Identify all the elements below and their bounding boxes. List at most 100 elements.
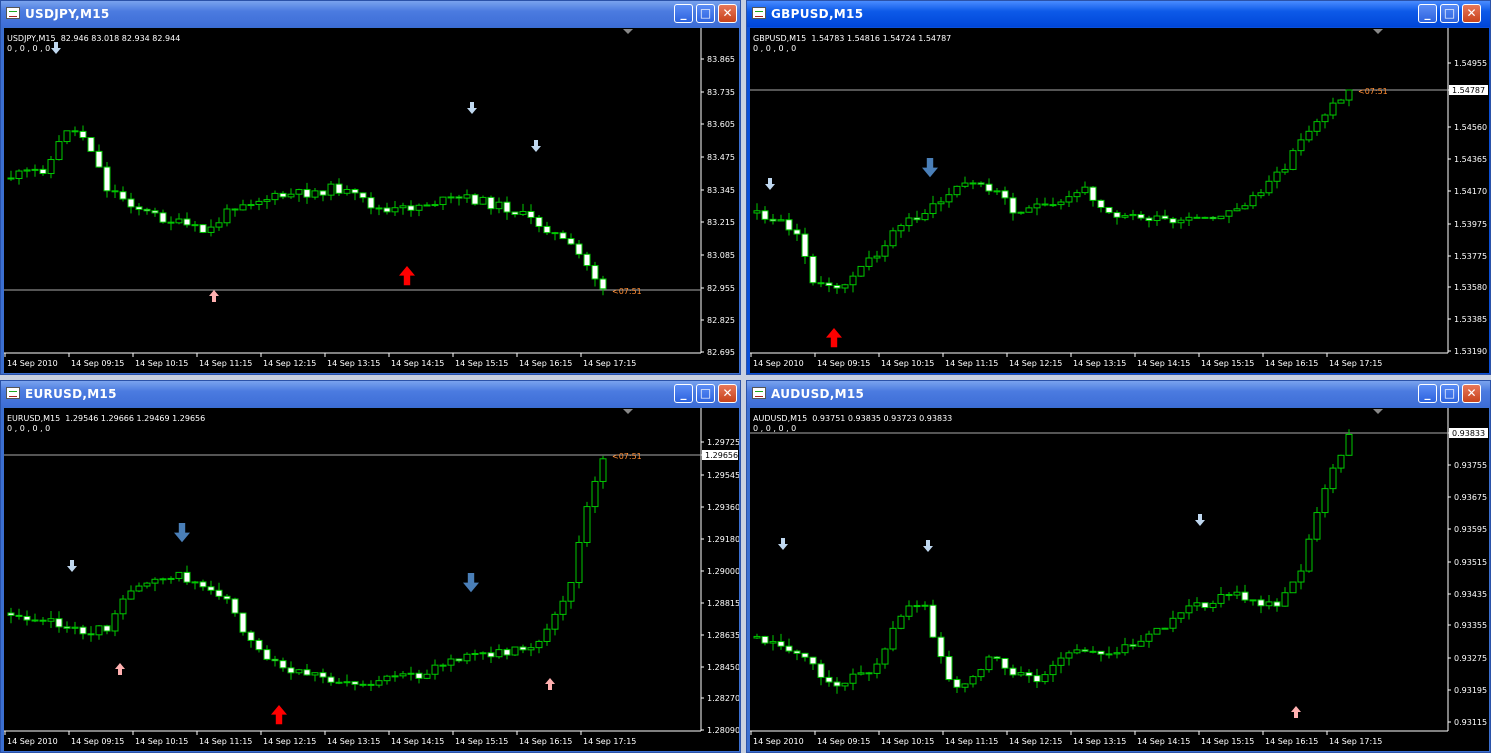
candle-body [1281,592,1289,607]
candle-body [223,595,231,600]
candle-body [1129,644,1137,647]
candle-body [841,682,849,687]
candle-body [1233,208,1241,212]
time-label: 14 Sep 13:15 [327,359,380,368]
candle-body [23,615,31,621]
candle-body [977,669,985,678]
price-label: 1.54170 [1454,187,1487,196]
price-label: 1.29180 [707,535,739,544]
candle-body [295,189,303,195]
candle-body [359,683,367,686]
sell-signal-arrow-icon [467,102,477,114]
candle-body [127,198,135,208]
time-label: 14 Sep 15:15 [1201,737,1254,746]
sell-signal-arrow-icon [923,540,933,552]
candle-body [1121,644,1129,654]
window-titlebar[interactable]: EURUSD,M15 _ □ ✕ [1,381,740,407]
window-titlebar[interactable]: AUDUSD,M15 _ □ ✕ [747,381,1490,407]
close-button[interactable]: ✕ [718,4,737,23]
time-label: 14 Sep 15:15 [455,737,508,746]
price-chart[interactable]: 0.93833 0.93755 0.93675 0.93595 0.93515 0.934… [750,408,1489,751]
price-chart[interactable]: 83.865 83.735 83.605 83.475 83.345 83.215 83.0… [4,28,739,373]
price-label: 0.93195 [1454,686,1487,695]
minimize-button[interactable]: _ [674,384,693,403]
shift-marker [1373,409,1383,414]
candle-body [519,211,527,215]
candle-body [535,640,543,649]
price-label: 1.53975 [1454,220,1487,229]
candle-body [519,646,527,651]
candle-body [785,645,793,652]
time-label: 14 Sep 10:15 [881,359,934,368]
candle-body [849,275,857,286]
close-button[interactable]: ✕ [718,384,737,403]
candle-body [423,204,431,207]
maximize-button[interactable]: □ [696,4,715,23]
sell-signal-arrow-icon [531,140,541,152]
candle-body [761,210,769,220]
buy-signal-arrow-icon [115,663,125,675]
candle-body [953,679,961,688]
candle-body [79,626,87,635]
audusd-chart-window[interactable]: AUDUSD,M15 _ □ ✕ 0.93833 0.93755 0.93675 0.… [746,380,1491,753]
time-label: 14 Sep 14:15 [391,359,444,368]
candle-body [1337,454,1345,469]
candle-body [785,219,793,231]
candle-body [535,216,543,227]
candle-body [183,571,191,583]
candle-body [399,205,407,209]
time-label: 14 Sep 10:15 [135,737,188,746]
candle-body [1041,203,1049,206]
usdjpy-chart-window[interactable]: USDJPY,M15 _ □ ✕ 83.865 83.735 83.605 83.47… [0,0,741,375]
candle-body [1233,591,1241,596]
candle-body [383,207,391,213]
time-label: 14 Sep 09:15 [71,359,124,368]
candle-body [231,598,239,614]
chart-canvas[interactable]: 83.865 83.735 83.605 83.475 83.345 83.215 83.0… [4,28,739,373]
window-titlebar[interactable]: GBPUSD,M15 _ □ ✕ [747,1,1490,27]
price-label: 1.28635 [707,631,739,640]
candle-body [335,183,343,194]
time-label: 14 Sep 15:15 [1201,359,1254,368]
maximize-button[interactable]: □ [696,384,715,403]
maximize-button[interactable]: □ [1440,384,1459,403]
price-chart[interactable]: 1.54955 1.54787 1.54560 1.54365 1.54170 1.539… [750,28,1489,373]
eurusd-chart-window[interactable]: EURUSD,M15 _ □ ✕ 1.29725 1.29656 1.29545 1.… [0,380,741,753]
minimize-button[interactable]: _ [1418,384,1437,403]
candle-body [359,192,367,199]
close-button[interactable]: ✕ [1462,4,1481,23]
gbpusd-chart-window[interactable]: GBPUSD,M15 _ □ ✕ 1.54955 1.54787 1.54560 1.… [746,0,1491,375]
price-chart[interactable]: 1.29725 1.29656 1.29545 1.29360 1.29180 1.290… [4,408,739,751]
candle-body [215,222,223,228]
window-titlebar[interactable]: USDJPY,M15 _ □ ✕ [1,1,740,27]
candle-body [391,207,399,213]
chart-canvas[interactable]: 1.54955 1.54787 1.54560 1.54365 1.54170 1.539… [750,28,1489,373]
price-label: 1.29725 [707,438,739,447]
candle-body [551,613,559,630]
candle-body [143,582,151,587]
candle-body [961,182,969,187]
candle-body [857,672,865,675]
chart-canvas[interactable]: 1.29725 1.29656 1.29545 1.29360 1.29180 1.290… [4,408,739,751]
sell-signal-arrow-icon [922,158,938,178]
candle-body [495,201,503,210]
candle-body [503,201,511,213]
candle-body [1081,649,1089,652]
candle-body [63,130,71,143]
candle-body [825,676,833,683]
candle-body [407,672,415,675]
candle-body [319,190,327,196]
maximize-button[interactable]: □ [1440,4,1459,23]
candle-body [15,170,23,179]
candle-body [7,612,15,616]
candle-body [71,626,79,629]
candle-body [873,663,881,674]
close-button[interactable]: ✕ [1462,384,1481,403]
candle-body [945,194,953,203]
minimize-button[interactable]: _ [1418,4,1437,23]
candle-body [1257,192,1265,197]
candle-body [111,613,119,632]
chart-canvas[interactable]: 0.93833 0.93755 0.93675 0.93595 0.93515 0.934… [750,408,1489,751]
candle-body [279,192,287,198]
minimize-button[interactable]: _ [674,4,693,23]
